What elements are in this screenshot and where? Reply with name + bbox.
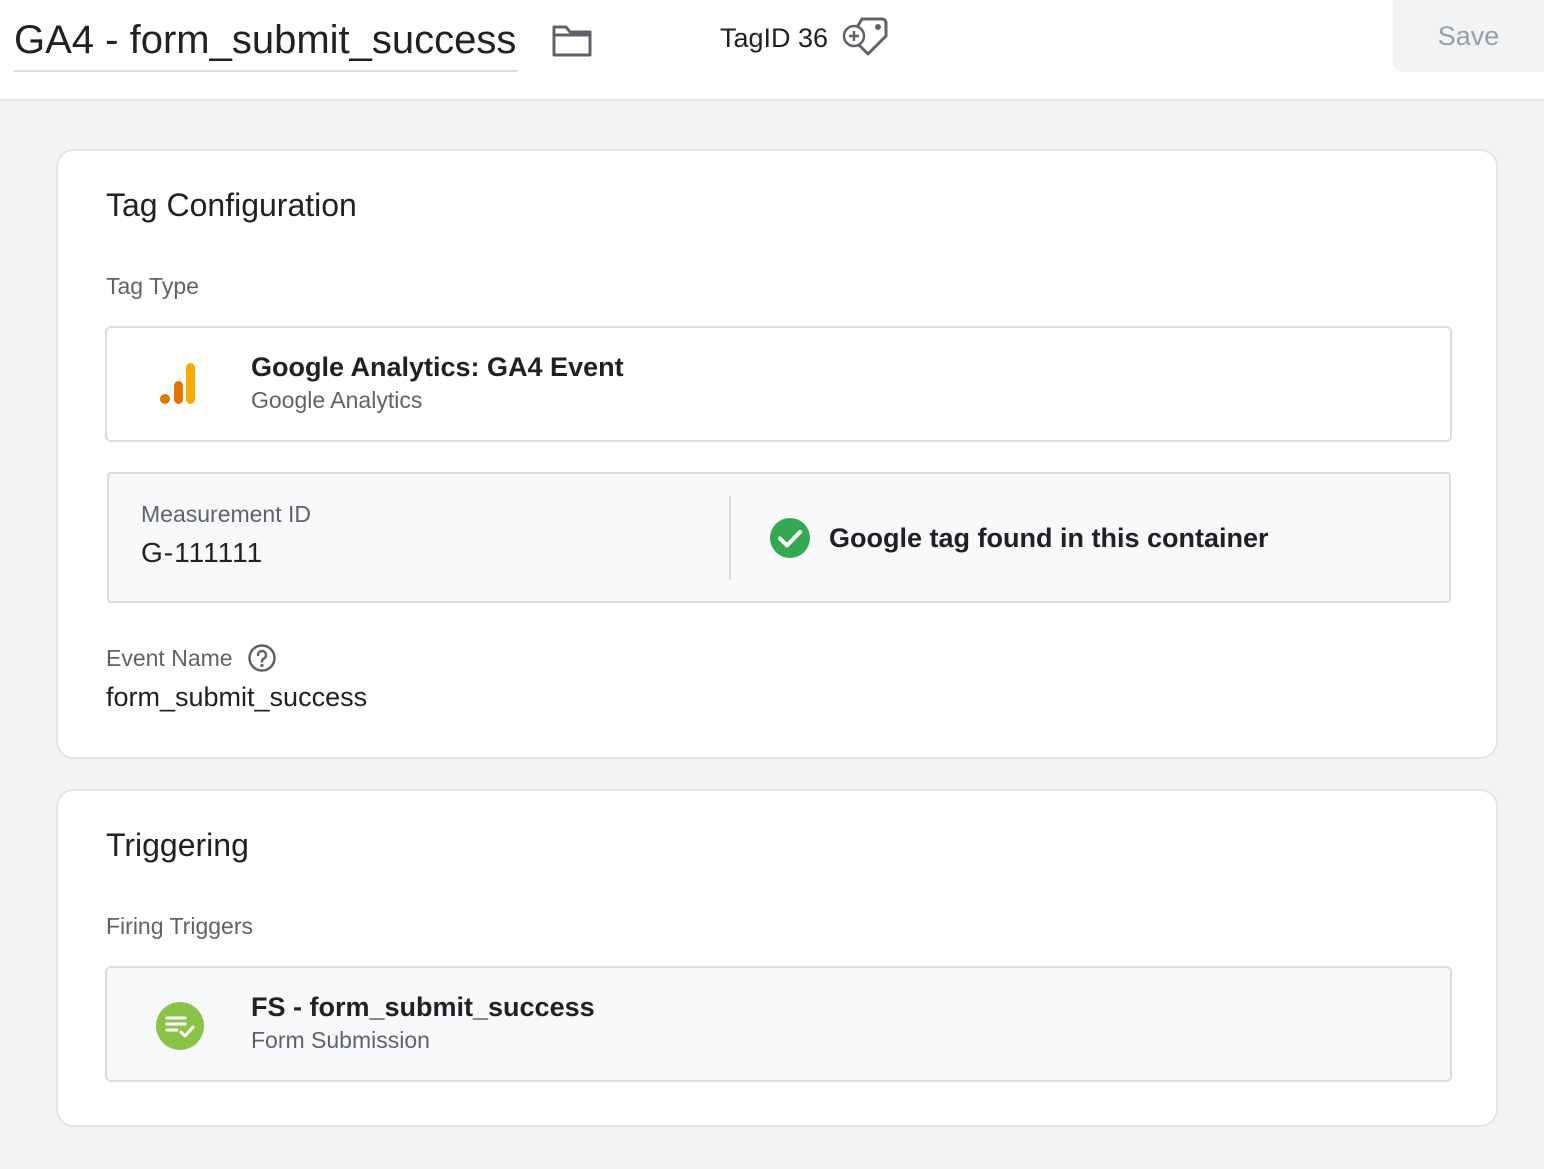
- firing-trigger-item[interactable]: FS - form_submit_success Form Submission: [105, 966, 1452, 1082]
- measurement-id-box: Measurement ID G-111111 Google tag found…: [107, 472, 1451, 603]
- tag-type-provider: Google Analytics: [251, 387, 423, 413]
- measurement-divider: [729, 496, 731, 580]
- tag-type-label: Tag Type: [106, 273, 199, 299]
- event-name-value: form_submit_success: [106, 682, 368, 712]
- trigger-type: Form Submission: [251, 1027, 430, 1053]
- tag-type-picker[interactable]: Google Analytics: GA4 Event Google Analy…: [105, 326, 1452, 442]
- trigger-name: FS - form_submit_success: [251, 992, 595, 1022]
- google-tag-status: Google tag found in this container: [829, 523, 1269, 553]
- form-submission-icon: [156, 1002, 204, 1050]
- measurement-id-label: Measurement ID: [141, 501, 312, 527]
- measurement-id-value: G-111111: [141, 537, 264, 568]
- help-icon[interactable]: [247, 643, 277, 673]
- event-name-label-row: Event Name: [106, 641, 277, 675]
- tag-type-name: Google Analytics: GA4 Event: [251, 352, 624, 382]
- triggering-card[interactable]: Triggering Firing Triggers FS - form_sub…: [56, 789, 1498, 1127]
- tag-configuration-card[interactable]: Tag Configuration Tag Type Google Analyt…: [56, 149, 1498, 759]
- folder-icon[interactable]: [551, 22, 593, 58]
- firing-triggers-label: Firing Triggers: [106, 913, 253, 939]
- tag-name-input[interactable]: GA4 - form_submit_success: [14, 12, 519, 72]
- check-circle-icon: [770, 518, 810, 558]
- event-name-label: Event Name: [106, 645, 233, 671]
- save-button[interactable]: Save: [1393, 0, 1544, 72]
- triggering-title: Triggering: [106, 827, 249, 863]
- tag-editor-header: GA4 - form_submit_success TagID 36 Save: [0, 0, 1544, 101]
- tag-id-label: TagID 36: [720, 23, 829, 53]
- tag-add-icon[interactable]: [842, 14, 892, 60]
- google-analytics-icon: [160, 363, 195, 404]
- tag-configuration-title: Tag Configuration: [106, 187, 357, 223]
